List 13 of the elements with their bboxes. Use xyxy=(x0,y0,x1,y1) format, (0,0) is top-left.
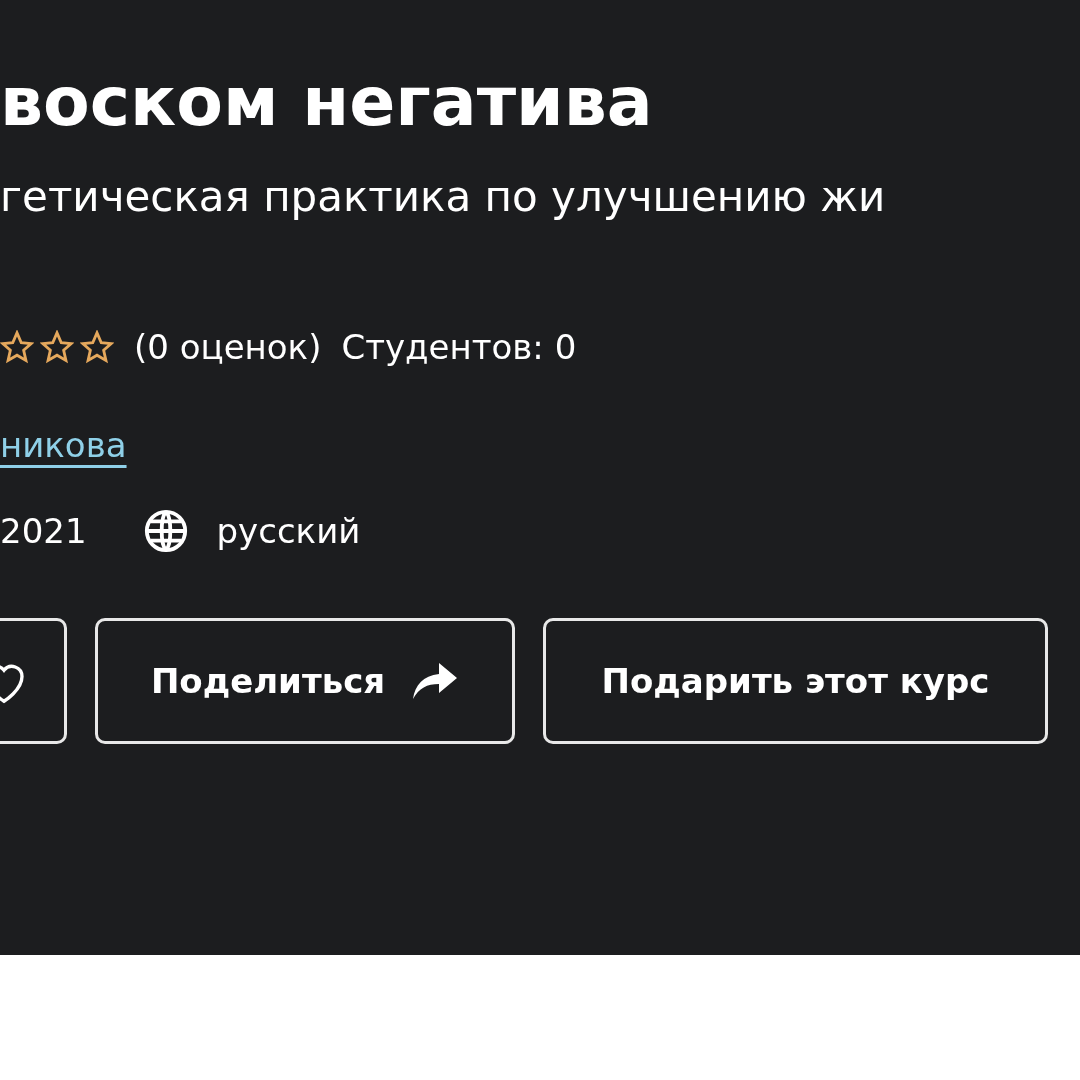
star-icon xyxy=(40,330,74,364)
globe-icon xyxy=(142,508,189,554)
star-icon xyxy=(0,330,34,364)
student-count: Студентов: 0 xyxy=(341,325,577,369)
course-language: русский xyxy=(216,509,361,553)
course-title: воском негатива xyxy=(0,62,653,141)
star-icon xyxy=(80,330,114,364)
course-subtitle: гетическая практика по улучшению жи xyxy=(0,170,886,223)
instructor-link[interactable]: никова xyxy=(0,419,127,471)
share-button[interactable]: Поделиться xyxy=(95,618,515,744)
gift-course-button[interactable]: Подарить этот курс xyxy=(543,618,1048,744)
update-date: 2021 xyxy=(0,509,87,553)
rating-count: (0 оценок) xyxy=(134,325,322,369)
